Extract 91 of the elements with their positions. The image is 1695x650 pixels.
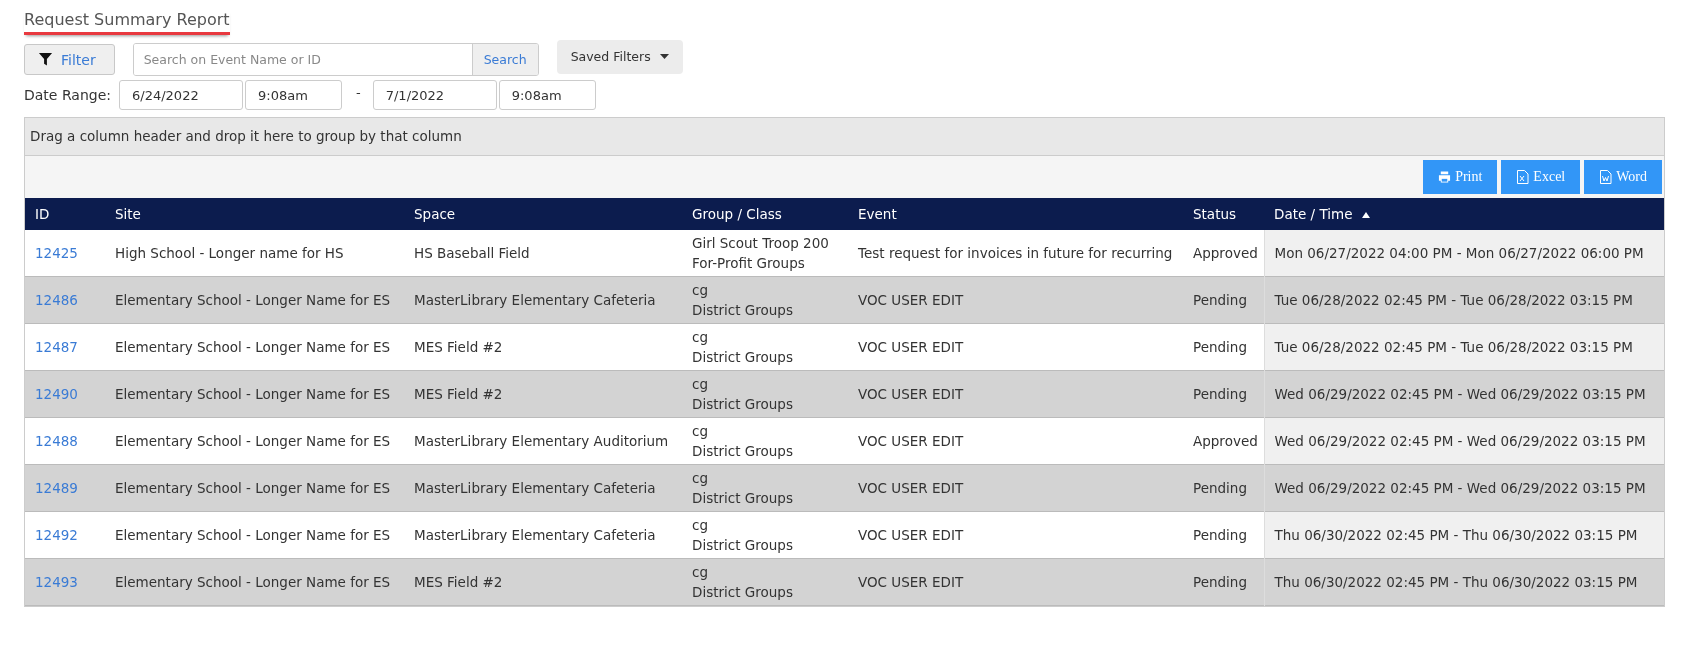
group-name: cg (692, 469, 709, 488)
table-cell: Approved (1193, 433, 1258, 449)
column-header[interactable]: Date / Time (1264, 198, 1664, 230)
request-id-link[interactable]: 12492 (35, 527, 78, 543)
table-cell: Pending (1193, 480, 1247, 496)
request-id-link[interactable]: 12486 (35, 292, 78, 308)
saved-filters-dropdown[interactable]: Saved Filters (556, 39, 683, 74)
column-header[interactable]: Group / Class (682, 198, 848, 230)
table-cell: MasterLibrary Elementary Cafeteria (414, 480, 656, 496)
table-cell: Elementary School - Longer Name for ES (115, 292, 391, 308)
request-id-link[interactable]: 12487 (35, 339, 78, 355)
table-cell: Elementary School - Longer Name for ES (115, 386, 391, 402)
page-title: Request Summary Report (24, 10, 230, 35)
request-id-link[interactable]: 12489 (35, 480, 78, 496)
group-name: cg (692, 328, 709, 347)
table-cell: VOC USER EDIT (858, 574, 964, 590)
search-field[interactable]: Search on Event Name or ID Search (132, 43, 539, 76)
group-name: Girl Scout Troop 200 (692, 234, 830, 253)
table-cell: Elementary School - Longer Name for ES (115, 433, 391, 449)
excel-export-button[interactable]: Excel (1501, 160, 1581, 194)
caret-icon (659, 54, 669, 59)
table-cell: MES Field #2 (414, 574, 503, 590)
table-cell: Thu 06/30/2022 02:45 PM - Thu 06/30/2022 03:15 PM (1274, 527, 1638, 543)
document-file-icon (1599, 170, 1613, 184)
date-range-label: Date Range: (24, 87, 111, 103)
column-header[interactable]: Space (404, 198, 682, 230)
start-date-field[interactable]: 6/24/2022 (119, 80, 243, 110)
table-cell: VOC USER EDIT (858, 527, 964, 543)
request-id-link[interactable]: 12493 (35, 574, 78, 590)
printer-icon (1438, 170, 1452, 184)
table-cell: Pending (1193, 386, 1247, 402)
class-name: District Groups (692, 395, 794, 414)
column-header[interactable]: Status (1183, 198, 1264, 230)
filter-button[interactable]: Filter (24, 44, 115, 75)
class-name: District Groups (692, 301, 794, 320)
spreadsheet-file-icon (1516, 170, 1530, 184)
table-cell: VOC USER EDIT (858, 433, 964, 449)
table-cell: Thu 06/30/2022 02:45 PM - Thu 06/30/2022 03:15 PM (1274, 574, 1638, 590)
table-cell: Pending (1193, 574, 1247, 590)
range-separator: - (356, 84, 361, 100)
table-cell: High School - Longer name for HS (115, 245, 344, 261)
table-cell: Wed 06/29/2022 02:45 PM - Wed 06/29/2022 03:15 PM (1274, 480, 1646, 496)
request-id-link[interactable]: 12488 (35, 433, 78, 449)
group-name: cg (692, 422, 709, 441)
word-export-button[interactable]: Word (1584, 160, 1662, 194)
table-cell: Tue 06/28/2022 02:45 PM - Tue 06/28/2022 03:15 PM (1274, 339, 1633, 355)
class-name: For-Profit Groups (692, 254, 806, 273)
request-id-link[interactable]: 12490 (35, 386, 78, 402)
table-cell: Wed 06/29/2022 02:45 PM - Wed 06/29/2022 03:15 PM (1274, 386, 1646, 402)
table-cell: MES Field #2 (414, 339, 503, 355)
column-header[interactable]: ID (25, 198, 105, 230)
class-name: District Groups (692, 583, 794, 602)
class-name: District Groups (692, 489, 794, 508)
table-cell: VOC USER EDIT (858, 386, 964, 402)
table-cell: VOC USER EDIT (858, 339, 964, 355)
group-name: cg (692, 375, 709, 394)
class-name: District Groups (692, 348, 794, 367)
end-date-field[interactable]: 7/1/2022 (372, 80, 497, 110)
table-cell: Test request for invoices in future for recurring (858, 245, 1173, 261)
table-cell: MasterLibrary Elementary Auditorium (414, 433, 669, 449)
table-cell: Pending (1193, 339, 1247, 355)
table-cell: Elementary School - Longer Name for ES (115, 339, 391, 355)
table-cell: Wed 06/29/2022 02:45 PM - Wed 06/29/2022 03:15 PM (1274, 433, 1646, 449)
table-cell: VOC USER EDIT (858, 292, 964, 308)
search-button[interactable]: Search (471, 44, 538, 75)
table-cell: Elementary School - Longer Name for ES (115, 480, 391, 496)
column-header[interactable]: Event (848, 198, 1183, 230)
table-cell: Elementary School - Longer Name for ES (115, 527, 391, 543)
table-cell: MasterLibrary Elementary Cafeteria (414, 527, 656, 543)
end-time-field[interactable]: 9:08am (498, 80, 596, 110)
column-header[interactable]: Site (105, 198, 404, 230)
group-name: cg (692, 563, 709, 582)
class-name: District Groups (692, 536, 794, 555)
table-cell: Mon 06/27/2022 04:00 PM - Mon 06/27/2022 06:00 PM (1274, 245, 1644, 261)
table-cell: Elementary School - Longer Name for ES (115, 574, 391, 590)
print-button[interactable]: Print (1423, 160, 1498, 194)
table-cell: Pending (1193, 292, 1247, 308)
start-time-field[interactable]: 9:08am (245, 80, 342, 110)
funnel-icon (38, 52, 53, 67)
table-cell: Pending (1193, 527, 1247, 543)
table-cell: VOC USER EDIT (858, 480, 964, 496)
class-name: District Groups (692, 442, 794, 461)
group-drop-panel: Drag a column header and drop it here to group by that column (25, 117, 1664, 156)
table-cell: HS Baseball Field (414, 245, 530, 261)
request-id-link[interactable]: 12425 (35, 245, 78, 261)
table-cell: Approved (1193, 245, 1258, 261)
table-cell: Tue 06/28/2022 02:45 PM - Tue 06/28/2022 03:15 PM (1274, 292, 1633, 308)
table-cell: MasterLibrary Elementary Cafeteria (414, 292, 656, 308)
table-cell: MES Field #2 (414, 386, 503, 402)
group-name: cg (692, 516, 709, 535)
group-name: cg (692, 281, 709, 300)
